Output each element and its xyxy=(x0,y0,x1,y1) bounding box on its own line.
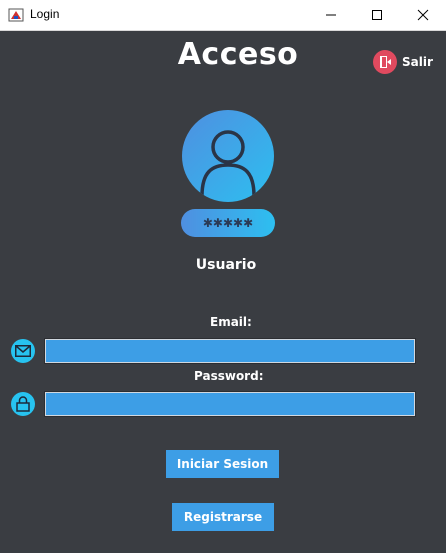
window-title: Login xyxy=(30,7,60,21)
password-mask-badge: ✱✱✱✱✱ xyxy=(181,209,275,237)
exit-button[interactable]: Salir xyxy=(373,50,433,74)
email-icon-badge xyxy=(11,339,35,363)
password-mask-text: ✱✱✱✱✱ xyxy=(202,216,254,230)
email-label: Email: xyxy=(210,315,252,329)
exit-label: Salir xyxy=(402,55,433,69)
maximize-icon xyxy=(372,10,382,20)
password-label: Password: xyxy=(194,369,264,383)
envelope-icon xyxy=(15,345,31,357)
minimize-icon xyxy=(326,14,336,16)
minimize-button[interactable] xyxy=(308,0,354,30)
register-button[interactable]: Registrarse xyxy=(172,503,274,531)
user-icon xyxy=(200,130,256,197)
close-button[interactable] xyxy=(400,0,446,30)
user-label: Usuario xyxy=(195,257,257,273)
email-field[interactable] xyxy=(44,338,416,364)
maximize-button[interactable] xyxy=(354,0,400,30)
exit-door-icon xyxy=(373,50,397,74)
login-button[interactable]: Iniciar Sesion xyxy=(166,450,279,478)
password-icon-badge xyxy=(11,392,35,416)
password-field[interactable] xyxy=(44,391,416,417)
lock-icon xyxy=(16,396,30,412)
close-icon xyxy=(417,9,429,21)
window-titlebar: Login xyxy=(0,0,446,31)
avatar xyxy=(182,110,274,202)
java-app-icon xyxy=(8,8,24,22)
